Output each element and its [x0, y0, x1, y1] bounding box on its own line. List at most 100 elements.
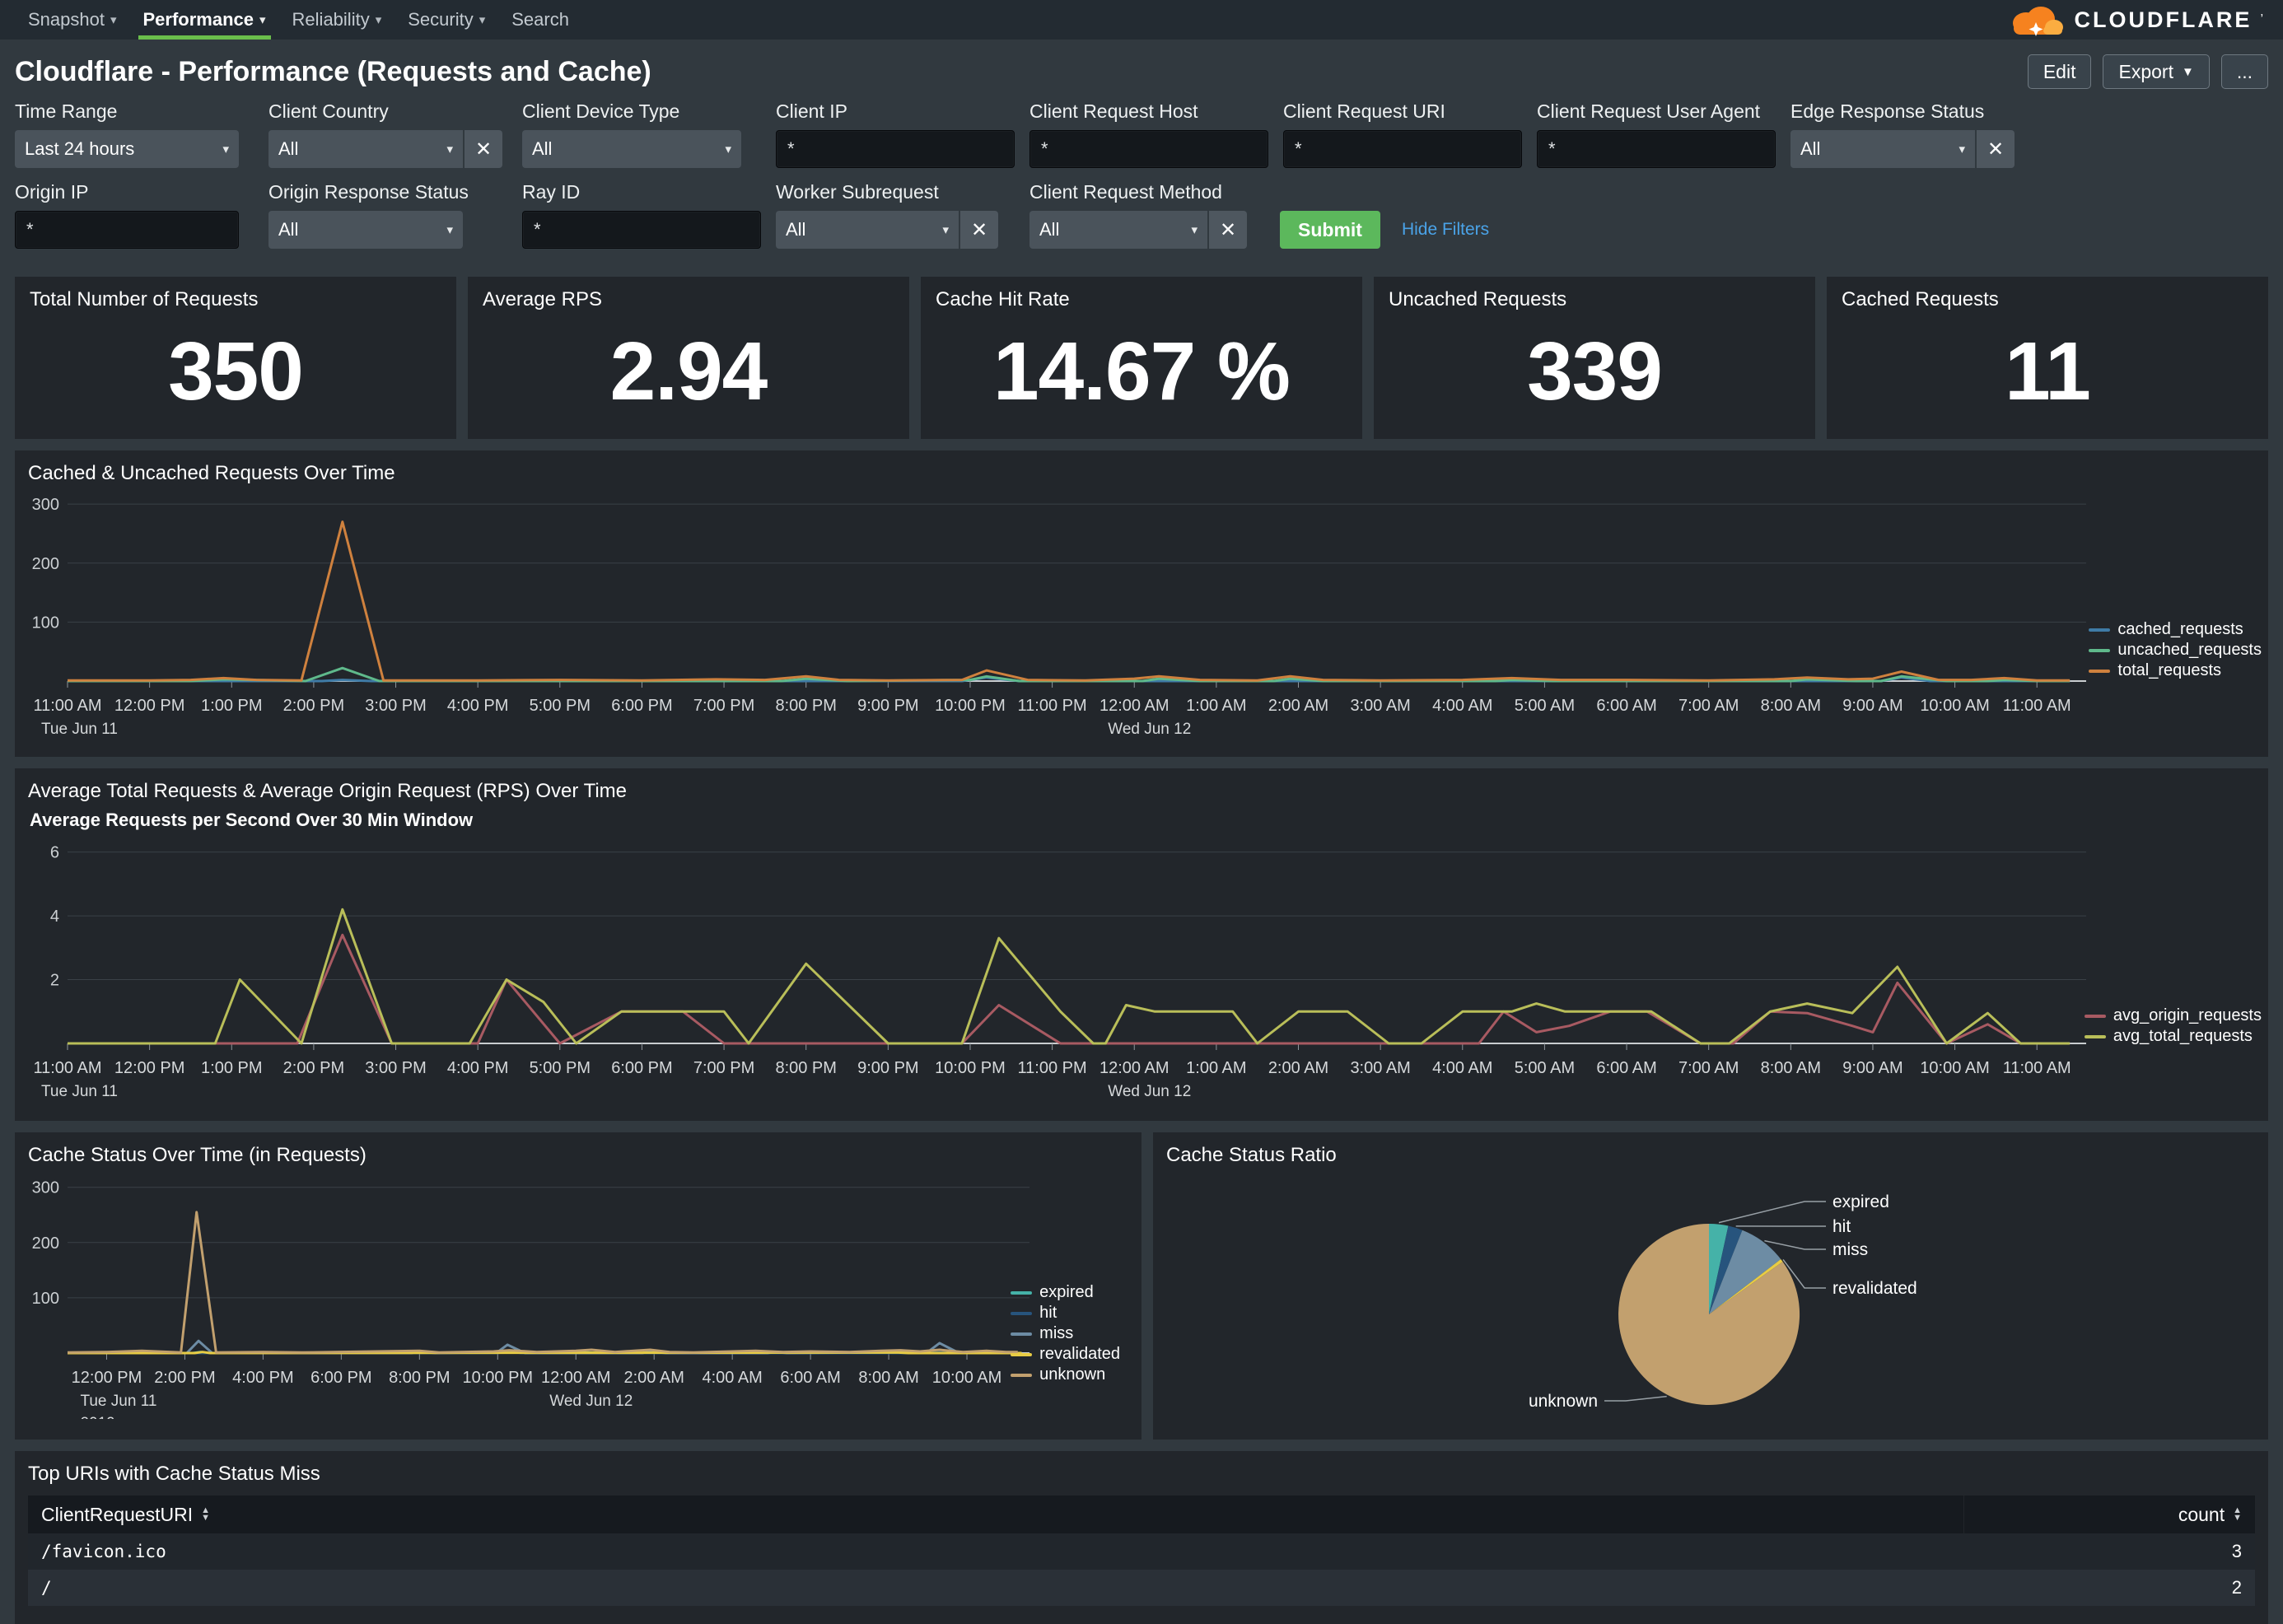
filter-group-client-country: Client CountryAll▾✕ — [268, 100, 507, 168]
filter-group-client-device-type: Client Device TypeAll▾ — [522, 100, 761, 168]
legend-item-total-requests[interactable]: total_requests — [2089, 660, 2262, 681]
select-value: Last 24 hours — [25, 138, 216, 160]
filter-client-request-uri-input[interactable] — [1283, 130, 1522, 168]
chevron-down-icon: ▾ — [725, 142, 731, 156]
legend-item-revalidated[interactable]: revalidated — [1011, 1344, 1120, 1365]
svg-text:11:00 AM: 11:00 AM — [2003, 697, 2071, 715]
export-button[interactable]: Export▼ — [2103, 54, 2209, 89]
chart-title: Average Total Requests & Average Origin … — [28, 780, 2255, 803]
panel-top-uris-cache-miss: Top URIs with Cache Status Miss ClientRe… — [15, 1451, 2268, 1624]
column-header-clientrequesturi[interactable]: ClientRequestURI ▲▼ — [28, 1496, 1963, 1533]
legend-item-unknown[interactable]: unknown — [1011, 1365, 1120, 1385]
svg-text:1:00 AM: 1:00 AM — [1186, 1059, 1246, 1077]
chart-subtitle: Average Requests per Second Over 30 Min … — [30, 810, 2255, 831]
submit-button[interactable]: Submit — [1280, 211, 1380, 249]
filter-worker-subrequest-clear-button[interactable]: ✕ — [960, 211, 998, 249]
legend-label: hit — [1039, 1304, 1057, 1323]
filter-ray-id-label: Ray ID — [522, 181, 761, 203]
edit-button[interactable]: Edit — [2028, 54, 2092, 89]
filter-origin-response-status-select[interactable]: All▾ — [268, 211, 463, 249]
filter-worker-subrequest-select[interactable]: All▾ — [776, 211, 959, 249]
svg-text:4:00 PM: 4:00 PM — [447, 697, 508, 715]
column-header-count[interactable]: count ▲▼ — [1963, 1496, 2255, 1533]
svg-text:12:00 AM: 12:00 AM — [1099, 697, 1170, 715]
filter-client-country-select[interactable]: All▾ — [268, 130, 463, 168]
svg-text:11:00 AM: 11:00 AM — [33, 697, 101, 715]
filter-client-request-method-select[interactable]: All▾ — [1029, 211, 1207, 249]
svg-text:12:00 AM: 12:00 AM — [1099, 1059, 1170, 1077]
nav-item-performance[interactable]: Performance▾ — [130, 0, 279, 40]
legend-label: miss — [1039, 1324, 1073, 1343]
legend-label: revalidated — [1039, 1345, 1120, 1364]
svg-text:2:00 PM: 2:00 PM — [283, 697, 344, 715]
svg-text:10:00 AM: 10:00 AM — [1920, 697, 1990, 715]
table-row: /favicon.ico3 — [28, 1533, 2255, 1570]
filter-client-ip-label: Client IP — [776, 100, 1015, 123]
legend-item-hit[interactable]: hit — [1011, 1303, 1120, 1323]
chart-legend: avg_origin_requestsavg_total_requests — [2085, 1006, 2262, 1047]
legend-swatch — [1011, 1332, 1032, 1336]
nav-item-security[interactable]: Security▾ — [395, 0, 498, 40]
svg-text:7:00 PM: 7:00 PM — [693, 1059, 754, 1077]
stat-label: Total Number of Requests — [30, 288, 441, 311]
select-value: All — [278, 219, 440, 240]
filter-edge-response-status-select[interactable]: All▾ — [1790, 130, 1975, 168]
svg-text:6:00 PM: 6:00 PM — [310, 1369, 371, 1387]
filter-time-range-label: Time Range — [15, 100, 254, 123]
legend-label: unknown — [1039, 1365, 1105, 1384]
legend-swatch — [2089, 628, 2110, 632]
panel-average-rps-over-time: Average Total Requests & Average Origin … — [15, 768, 2268, 1121]
select-value: All — [1039, 219, 1184, 240]
cache-status-over-time-chart[interactable]: 10020030012:00 PMTue Jun 1120192:00 PM4:… — [28, 1172, 1128, 1419]
filter-client-request-user-agent-label: Client Request User Agent — [1537, 100, 1776, 123]
stat-panel-cached-requests: Cached Requests11 — [1827, 277, 2268, 439]
filter-origin-ip-input[interactable] — [15, 211, 239, 249]
legend-swatch — [2089, 649, 2110, 652]
filter-client-request-user-agent-input[interactable] — [1537, 130, 1776, 168]
nav-item-label: Snapshot — [28, 9, 105, 30]
export-button-label: Export — [2118, 61, 2173, 83]
legend-swatch — [1011, 1353, 1032, 1356]
filter-time-range-select[interactable]: Last 24 hours▾ — [15, 130, 239, 168]
more-button[interactable]: ... — [2221, 54, 2268, 89]
average-rps-chart[interactable]: 24611:00 AMTue Jun 11201912:00 PM1:00 PM… — [28, 834, 2255, 1106]
filter-client-request-method-clear-button[interactable]: ✕ — [1209, 211, 1247, 249]
nav-item-label: Reliability — [292, 9, 370, 30]
nav-items: Snapshot▾Performance▾Reliability▾Securit… — [15, 0, 582, 40]
nav-item-search[interactable]: Search — [498, 0, 582, 40]
filter-origin-ip-label: Origin IP — [15, 181, 254, 203]
cache-status-ratio-pie-chart[interactable]: expiredhitmissrevalidatedunknown — [1166, 1172, 2255, 1419]
cached-uncached-requests-chart[interactable]: 10020030011:00 AMTue Jun 11201912:00 PM1… — [28, 490, 2255, 744]
legend-item-uncached-requests[interactable]: uncached_requests — [2089, 640, 2262, 660]
nav-item-snapshot[interactable]: Snapshot▾ — [15, 0, 130, 40]
legend-item-expired[interactable]: expired — [1011, 1282, 1120, 1303]
legend-swatch — [2089, 670, 2110, 673]
filter-group-origin-ip: Origin IP — [15, 181, 254, 249]
svg-text:2:00 PM: 2:00 PM — [154, 1369, 215, 1387]
nav-item-reliability[interactable]: Reliability▾ — [279, 0, 395, 40]
legend-item-avg-origin-requests[interactable]: avg_origin_requests — [2085, 1006, 2262, 1026]
legend-item-miss[interactable]: miss — [1011, 1323, 1120, 1344]
filter-edge-response-status-clear-button[interactable]: ✕ — [1977, 130, 2015, 168]
legend-item-avg-total-requests[interactable]: avg_total_requests — [2085, 1026, 2262, 1047]
filter-client-request-host-label: Client Request Host — [1029, 100, 1268, 123]
filter-client-request-host-input[interactable] — [1029, 130, 1268, 168]
filter-client-country-clear-button[interactable]: ✕ — [465, 130, 502, 168]
uri-cell: /favicon.ico — [28, 1542, 1963, 1561]
svg-text:2:00 AM: 2:00 AM — [623, 1369, 684, 1387]
sort-icon: ▲▼ — [201, 1507, 210, 1522]
filter-ray-id-input[interactable] — [522, 211, 761, 249]
legend-item-cached-requests[interactable]: cached_requests — [2089, 619, 2262, 640]
sort-icon: ▲▼ — [2233, 1507, 2242, 1522]
chart-title: Cache Status Ratio — [1166, 1144, 2255, 1167]
svg-text:6:00 PM: 6:00 PM — [611, 697, 672, 715]
svg-text:10:00 AM: 10:00 AM — [1920, 1059, 1990, 1077]
legend-label: expired — [1039, 1283, 1094, 1302]
filter-client-device-type-select[interactable]: All▾ — [522, 130, 741, 168]
hide-filters-link[interactable]: Hide Filters — [1402, 220, 1489, 240]
svg-text:4:00 AM: 4:00 AM — [702, 1369, 762, 1387]
filter-group-edge-response-status: Edge Response StatusAll▾✕ — [1790, 100, 2029, 168]
svg-text:9:00 PM: 9:00 PM — [857, 697, 918, 715]
filter-client-ip-input[interactable] — [776, 130, 1015, 168]
pie-label-expired: expired — [1832, 1192, 1889, 1211]
